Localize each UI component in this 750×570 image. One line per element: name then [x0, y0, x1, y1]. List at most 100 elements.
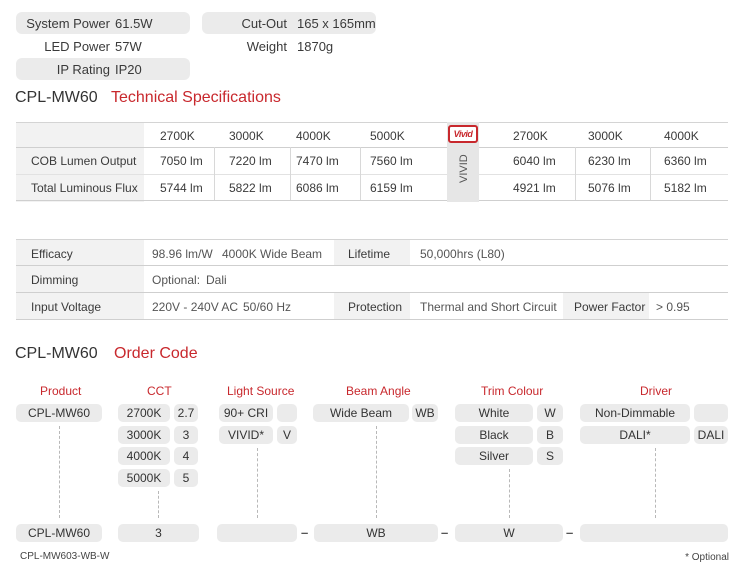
tech-col-divider — [650, 147, 651, 200]
ip-rating-value: IP20 — [115, 62, 142, 77]
tech-header-2700k: 2700K — [160, 129, 195, 143]
order-product-option[interactable]: CPL-MW60 — [16, 404, 102, 422]
cell-flux-2700k: 5744 lm — [160, 181, 203, 195]
tech-header-4000k: 4000K — [296, 129, 331, 143]
trim-code-b[interactable]: B — [537, 426, 563, 444]
tech-table-header-border — [16, 147, 728, 148]
order-col-beam-angle: Beam Angle — [346, 384, 411, 398]
tech-table-bottom-border — [16, 200, 728, 201]
light-code-90cri[interactable] — [277, 404, 297, 422]
product-connector — [59, 426, 60, 518]
cct-code-4[interactable]: 4 — [174, 447, 198, 465]
optional-footnote: * Optional — [685, 552, 729, 563]
light-code-v[interactable]: V — [277, 426, 297, 444]
trim-option-white[interactable]: White — [455, 404, 533, 422]
order-col-cct: CCT — [147, 384, 172, 398]
system-power-label: System Power — [26, 16, 110, 31]
input-frequency: 50/60 Hz — [243, 300, 292, 314]
tech-header-5000k: 5000K — [370, 129, 405, 143]
cct-code-2.7[interactable]: 2.7 — [174, 404, 198, 422]
cell-flux-3000k: 5822 lm — [229, 181, 272, 195]
light-option-90cri[interactable]: 90+ CRI — [219, 404, 273, 422]
perf-top-border — [16, 239, 728, 240]
weight-label: Weight — [246, 39, 287, 54]
row-label-flux: Total Luminous Flux — [31, 181, 138, 195]
light-option-vivid[interactable]: VIVID* — [219, 426, 273, 444]
weight-value: 1870g — [297, 39, 334, 54]
ip-rating-label: IP Rating — [56, 62, 110, 77]
driver-code-dali[interactable]: DALI — [694, 426, 728, 444]
cell-cob-vivid-4000k: 6360 lm — [664, 154, 707, 168]
trim-code-s[interactable]: S — [537, 447, 563, 465]
cct-code-5[interactable]: 5 — [174, 469, 198, 487]
efficacy-note: 4000K Wide Beam — [222, 247, 323, 261]
dimming-value: Optional: — [152, 273, 201, 287]
cell-flux-vivid-4000k: 5182 lm — [664, 181, 707, 195]
vivid-header-2700k: 2700K — [513, 129, 548, 143]
cct-code-3[interactable]: 3 — [174, 426, 198, 444]
cct-option-2700k[interactable]: 2700K — [118, 404, 170, 422]
protection-value: Thermal and Short Circuit — [420, 300, 557, 314]
result-separator-2: – — [441, 525, 449, 540]
driver-option-non-dimmable[interactable]: Non-Dimmable — [580, 404, 690, 422]
trim-connector — [509, 469, 510, 518]
cell-cob-vivid-2700k: 6040 lm — [513, 154, 556, 168]
perf-bottom-border — [16, 319, 728, 320]
cutout-label: Cut-Out — [241, 16, 287, 31]
tech-col-divider — [290, 147, 291, 200]
tech-table-row-border — [16, 174, 728, 175]
vivid-header-4000k: 4000K — [664, 129, 699, 143]
order-col-trim-colour: Trim Colour — [481, 384, 544, 398]
vivid-vertical-label: VIVID — [458, 154, 470, 183]
tech-col-divider — [214, 147, 215, 200]
cutout-value: 165 x 165mm — [297, 16, 376, 31]
cct-connector — [158, 491, 159, 518]
tech-col-divider — [575, 147, 576, 200]
driver-code-non-dimmable[interactable] — [694, 404, 728, 422]
power-factor-label: Power Factor — [574, 300, 646, 314]
protection-label: Protection — [348, 300, 403, 314]
cell-cob-4000k: 7470 lm — [296, 154, 339, 168]
tech-model-title: CPL-MW60 — [15, 89, 98, 106]
result-trim-colour: W — [455, 524, 563, 542]
driver-connector — [655, 448, 656, 518]
order-example-code: CPL-MW603-WB-W — [20, 551, 110, 562]
result-driver — [580, 524, 728, 542]
lifetime-label: Lifetime — [348, 247, 391, 261]
system-power-value: 61.5W — [115, 16, 153, 31]
result-cct: 3 — [118, 524, 199, 542]
led-power-label: LED Power — [44, 39, 110, 54]
lifetime-value: 50,000hrs (L80) — [420, 247, 505, 261]
vivid-logo: Vivid — [448, 125, 478, 143]
order-col-product: Product — [40, 384, 82, 398]
tech-header-3000k: 3000K — [229, 129, 264, 143]
led-power-value: 57W — [115, 39, 142, 54]
trim-code-w[interactable]: W — [537, 404, 563, 422]
tech-col-divider — [360, 147, 361, 200]
order-col-driver: Driver — [640, 384, 672, 398]
cell-cob-2700k: 7050 lm — [160, 154, 203, 168]
trim-option-black[interactable]: Black — [455, 426, 533, 444]
light-connector — [257, 448, 258, 518]
dimming-label: Dimming — [31, 273, 79, 287]
beam-code-wb[interactable]: WB — [412, 404, 438, 422]
cell-flux-vivid-2700k: 4921 lm — [513, 181, 556, 195]
result-separator-3: – — [566, 525, 574, 540]
trim-option-silver[interactable]: Silver — [455, 447, 533, 465]
result-beam-angle: WB — [314, 524, 438, 542]
result-product: CPL-MW60 — [16, 524, 102, 542]
cell-flux-5000k: 6159 lm — [370, 181, 413, 195]
input-voltage-label: Input Voltage — [31, 300, 102, 314]
beam-option-wide[interactable]: Wide Beam — [313, 404, 409, 422]
cct-option-5000k[interactable]: 5000K — [118, 469, 170, 487]
row-label-cob: COB Lumen Output — [31, 154, 137, 168]
tech-table-top-border — [16, 122, 728, 123]
cell-flux-vivid-3000k: 5076 lm — [588, 181, 631, 195]
cell-cob-5000k: 7560 lm — [370, 154, 413, 168]
driver-option-dali[interactable]: DALI* — [580, 426, 690, 444]
input-voltage-value: 220V - 240V AC — [152, 300, 239, 314]
cell-cob-vivid-3000k: 6230 lm — [588, 154, 631, 168]
cct-option-3000k[interactable]: 3000K — [118, 426, 170, 444]
cct-option-4000k[interactable]: 4000K — [118, 447, 170, 465]
order-section-title: Order Code — [114, 345, 198, 362]
